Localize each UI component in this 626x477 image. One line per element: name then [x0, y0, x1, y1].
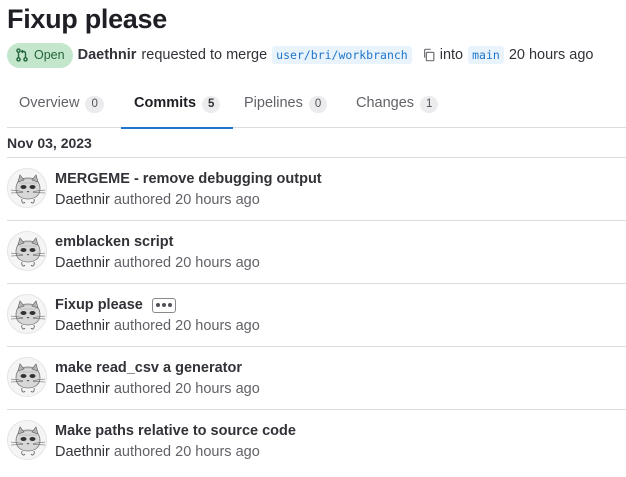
- commit-title[interactable]: Fixup please: [55, 297, 176, 313]
- tab-label: Changes: [356, 95, 415, 111]
- commit-title[interactable]: emblacken script: [55, 234, 173, 250]
- tab-bar: Overview 0 Commits 5 Pipelines 0 Changes…: [7, 86, 626, 129]
- tab-label: Overview: [19, 95, 80, 111]
- ellipsis-icon[interactable]: [151, 297, 176, 313]
- commit-title[interactable]: MERGEME - remove debugging output: [55, 171, 322, 187]
- commit-author[interactable]: Daethnir: [55, 318, 110, 334]
- authored-text: authored: [113, 381, 172, 397]
- tab-count: 1: [420, 96, 439, 113]
- cat-avatar[interactable]: [7, 420, 47, 460]
- authored-text: authored: [113, 318, 172, 334]
- cat-avatar[interactable]: [7, 357, 47, 397]
- commit-time: 20 hours ago: [175, 192, 260, 208]
- commit-time: 20 hours ago: [175, 444, 260, 460]
- cat-avatar[interactable]: [7, 231, 47, 271]
- commit-row: make read_csv a generator Daethnir autho…: [7, 347, 626, 410]
- commit-meta: Daethnir authored 20 hours ago: [55, 255, 260, 271]
- page-title: Fixup please: [7, 4, 167, 34]
- tab-changes[interactable]: Changes 1: [345, 86, 455, 128]
- authored-text: authored: [113, 255, 172, 271]
- tab-count: 5: [202, 96, 221, 113]
- commit-meta: Daethnir authored 20 hours ago: [55, 318, 260, 334]
- copy-icon[interactable]: [422, 48, 436, 62]
- commit-row: Make paths relative to source code Daeth…: [7, 410, 626, 473]
- commit-title[interactable]: Make paths relative to source code: [55, 423, 296, 439]
- action-text: requested to merge: [141, 47, 268, 63]
- cat-avatar[interactable]: [7, 294, 47, 334]
- tab-overview[interactable]: Overview 0: [7, 86, 121, 128]
- commit-row: Fixup please Daethnir authored 20 hours …: [7, 284, 626, 347]
- into-text: into: [439, 47, 464, 63]
- cat-avatar[interactable]: [7, 168, 47, 208]
- source-branch[interactable]: user/bri/workbranch: [272, 46, 412, 64]
- commit-meta: Daethnir authored 20 hours ago: [55, 444, 260, 460]
- commit-time: 20 hours ago: [175, 318, 260, 334]
- commit-author[interactable]: Daethnir: [55, 381, 110, 397]
- author-link[interactable]: Daethnir: [78, 47, 137, 63]
- tab-label: Commits: [134, 95, 197, 111]
- authored-text: authored: [113, 192, 172, 208]
- status-badge: Open: [7, 42, 73, 68]
- tab-count: 0: [85, 96, 104, 113]
- tab-label: Pipelines: [244, 95, 303, 111]
- commit-author[interactable]: Daethnir: [55, 255, 110, 271]
- merge-request-icon: [15, 48, 29, 62]
- target-branch[interactable]: main: [468, 46, 504, 64]
- status-label: Open: [34, 48, 65, 62]
- time-ago: 20 hours ago: [508, 47, 594, 63]
- commit-date-header: Nov 03, 2023: [7, 128, 626, 158]
- tab-commits[interactable]: Commits 5: [121, 86, 233, 129]
- commit-time: 20 hours ago: [175, 381, 260, 397]
- tab-count: 0: [308, 96, 328, 113]
- authored-text: authored: [113, 444, 172, 460]
- merge-request-meta: Open Daethnir requested to merge user/br…: [7, 42, 593, 68]
- commit-title[interactable]: make read_csv a generator: [55, 360, 242, 376]
- commit-meta: Daethnir authored 20 hours ago: [55, 381, 260, 397]
- commit-meta: Daethnir authored 20 hours ago: [55, 192, 260, 208]
- commit-author[interactable]: Daethnir: [55, 444, 110, 460]
- commit-time: 20 hours ago: [175, 255, 260, 271]
- commit-row: emblacken script Daethnir authored 20 ho…: [7, 221, 626, 284]
- commit-list: MERGEME - remove debugging output Daethn…: [7, 158, 626, 473]
- commit-row: MERGEME - remove debugging output Daethn…: [7, 158, 626, 221]
- commit-author[interactable]: Daethnir: [55, 192, 110, 208]
- tab-pipelines[interactable]: Pipelines 0: [233, 86, 345, 128]
